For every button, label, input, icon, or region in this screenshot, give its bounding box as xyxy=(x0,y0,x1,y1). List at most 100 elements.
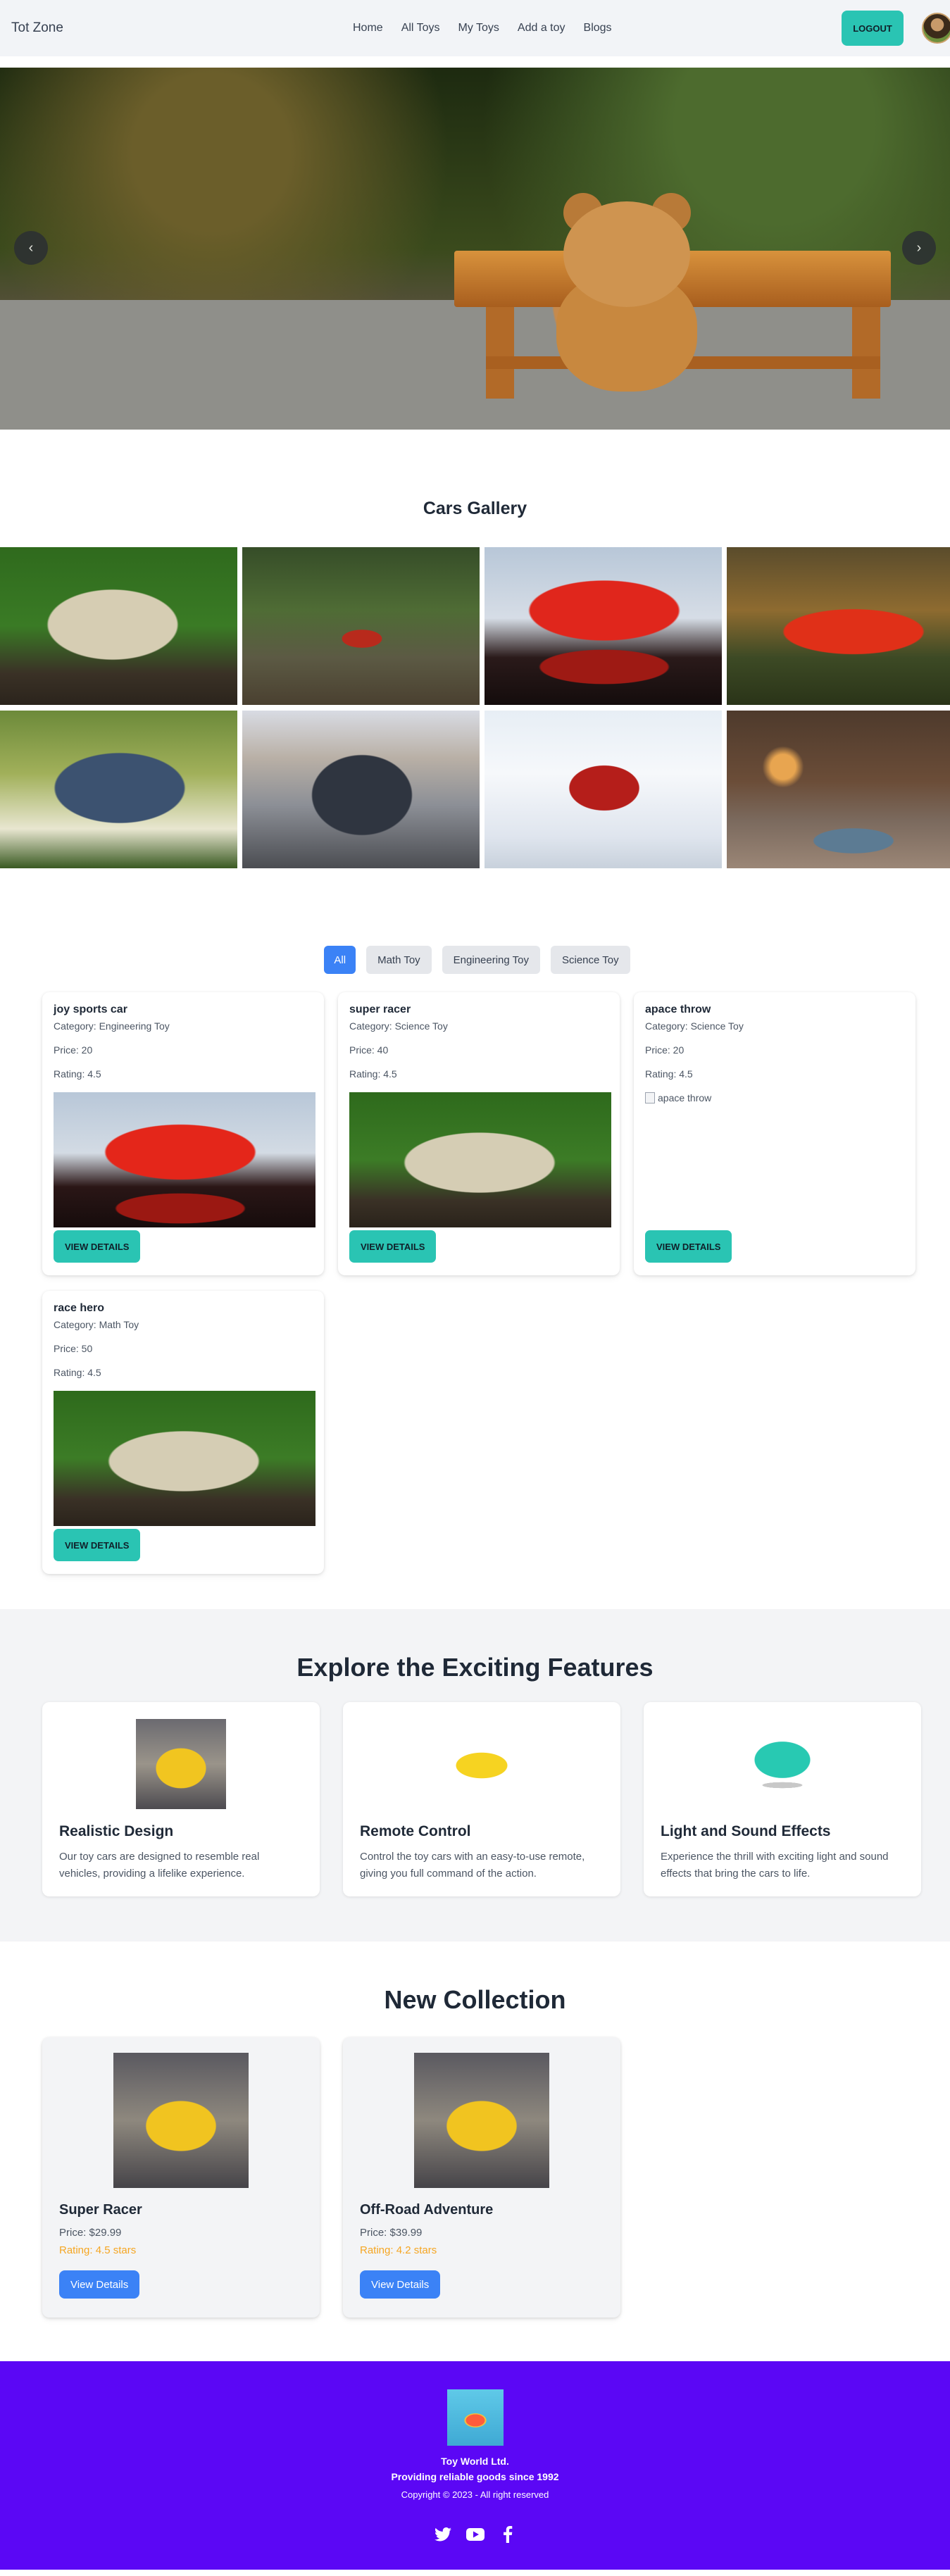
toy-category: Category: Math Toy xyxy=(54,1319,139,1330)
new-collection-section: New Collection Super Racer Price: $29.99… xyxy=(0,1942,950,2361)
toy-category: Category: Science Toy xyxy=(349,1020,448,1032)
nav-link-home[interactable]: Home xyxy=(344,16,392,40)
toy-name: joy sports car xyxy=(54,1003,127,1015)
collection-grid: Super Racer Price: $29.99 Rating: 4.5 st… xyxy=(42,2037,908,2318)
toy-name: super racer xyxy=(349,1003,411,1015)
nav-link-my-toys[interactable]: My Toys xyxy=(449,16,508,40)
collection-item-price: Price: $39.99 xyxy=(360,2227,423,2239)
feature-description: Our toy cars are designed to resemble re… xyxy=(59,1851,260,1880)
user-avatar[interactable] xyxy=(922,13,950,44)
footer-company: Toy World Ltd. xyxy=(441,2456,509,2467)
toy-price: Price: 40 xyxy=(349,1044,389,1056)
view-details-button[interactable]: View Details xyxy=(59,2270,140,2299)
toy-price: Price: 50 xyxy=(54,1343,93,1354)
toy-rating: Rating: 4.5 xyxy=(349,1068,397,1080)
youtube-icon[interactable] xyxy=(465,2525,485,2544)
brand-name[interactable]: Tot Zone xyxy=(11,20,63,36)
navbar: Tot Zone Home All Toys My Toys Add a toy… xyxy=(0,0,950,56)
feature-title: Realistic Design xyxy=(59,1823,174,1839)
collection-item-rating: Rating: 4.2 stars xyxy=(360,2244,437,2256)
gallery-image xyxy=(727,547,950,705)
toy-rating: Rating: 4.5 xyxy=(54,1367,101,1378)
toy-image xyxy=(349,1092,611,1227)
facebook-icon[interactable] xyxy=(499,2525,517,2544)
feature-card: Realistic Design Our toy cars are design… xyxy=(42,1702,320,1896)
gallery-image xyxy=(0,711,237,868)
tab-all[interactable]: All xyxy=(324,946,356,974)
toy-name: race hero xyxy=(54,1302,105,1314)
collection-image xyxy=(414,2053,549,2188)
feature-image xyxy=(437,1719,527,1809)
toy-card: apace throw Category: Science Toy Price:… xyxy=(634,992,915,1275)
footer-copyright: Copyright © 2023 - All right reserved xyxy=(401,2489,549,2500)
nav-link-blogs[interactable]: Blogs xyxy=(575,16,621,40)
feature-image xyxy=(737,1719,827,1809)
toy-card: super racer Category: Science Toy Price:… xyxy=(338,992,620,1275)
twitter-icon[interactable] xyxy=(434,2525,452,2544)
gallery-image xyxy=(485,711,722,868)
feature-card: Remote Control Control the toy cars with… xyxy=(343,1702,620,1896)
feature-image xyxy=(136,1719,226,1809)
gallery-image xyxy=(0,547,237,705)
collection-item-rating: Rating: 4.5 stars xyxy=(59,2244,137,2256)
feature-description: Control the toy cars with an easy-to-use… xyxy=(360,1851,585,1880)
toy-rating: Rating: 4.5 xyxy=(54,1068,101,1080)
hero-image-bench-leg xyxy=(486,307,514,399)
tab-math-toy[interactable]: Math Toy xyxy=(366,946,432,974)
toy-name: apace throw xyxy=(645,1003,711,1015)
hero-image-bench-leg xyxy=(852,307,880,399)
footer: Toy World Ltd. Providing reliable goods … xyxy=(0,2361,950,2570)
toy-price: Price: 20 xyxy=(54,1044,93,1056)
nav-link-all-toys[interactable]: All Toys xyxy=(392,16,449,40)
collection-image xyxy=(113,2053,249,2188)
gallery-title: Cars Gallery xyxy=(423,499,527,518)
collection-title: New Collection xyxy=(384,1985,566,2014)
toy-image xyxy=(54,1092,315,1227)
toy-category: Category: Science Toy xyxy=(645,1020,744,1032)
hero-image-teddy-head xyxy=(563,201,690,307)
gallery-image xyxy=(242,547,480,705)
feature-title: Light and Sound Effects xyxy=(661,1823,831,1839)
broken-image-icon xyxy=(645,1092,655,1103)
toy-card: race hero Category: Math Toy Price: 50 R… xyxy=(42,1291,324,1574)
collection-item-name: Super Racer xyxy=(59,2202,142,2218)
cars-gallery xyxy=(0,547,950,868)
carousel-prev-button[interactable]: ‹ xyxy=(14,231,48,265)
toy-list: joy sports car Category: Engineering Toy… xyxy=(42,992,915,1609)
features-section: Explore the Exciting Features Realistic … xyxy=(0,1609,950,1942)
view-details-button[interactable]: VIEW DETAILS xyxy=(645,1230,732,1263)
social-links xyxy=(434,2525,517,2544)
view-details-button[interactable]: View Details xyxy=(360,2270,441,2299)
gallery-image xyxy=(242,711,480,868)
chevron-left-icon: ‹ xyxy=(28,239,34,256)
feature-title: Remote Control xyxy=(360,1823,471,1839)
collection-card: Off-Road Adventure Price: $39.99 Rating:… xyxy=(343,2037,620,2318)
toy-rating: Rating: 4.5 xyxy=(645,1068,693,1080)
toy-price: Price: 20 xyxy=(645,1044,685,1056)
carousel-next-button[interactable]: › xyxy=(902,231,936,265)
nav-links: Home All Toys My Toys Add a toy Blogs xyxy=(344,0,621,56)
category-tabs: All Math Toy Engineering Toy Science Toy xyxy=(0,946,950,974)
collection-card: Super Racer Price: $29.99 Rating: 4.5 st… xyxy=(42,2037,320,2318)
feature-card: Light and Sound Effects Experience the t… xyxy=(644,1702,921,1896)
chevron-right-icon: › xyxy=(916,239,922,256)
footer-logo xyxy=(446,2389,504,2446)
toy-category: Category: Engineering Toy xyxy=(54,1020,170,1032)
gallery-image xyxy=(485,547,722,705)
collection-item-name: Off-Road Adventure xyxy=(360,2202,494,2218)
toy-image-alt: apace throw xyxy=(658,1092,712,1103)
nav-actions: LOGOUT xyxy=(842,11,950,46)
toy-card: joy sports car Category: Engineering Toy… xyxy=(42,992,324,1275)
toy-image-broken: apace throw xyxy=(645,1092,904,1227)
logout-button[interactable]: LOGOUT xyxy=(842,11,904,46)
nav-link-add-toy[interactable]: Add a toy xyxy=(508,16,575,40)
view-details-button[interactable]: VIEW DETAILS xyxy=(54,1529,141,1561)
features-title: Explore the Exciting Features xyxy=(296,1653,654,1682)
view-details-button[interactable]: VIEW DETAILS xyxy=(349,1230,437,1263)
tab-engineering-toy[interactable]: Engineering Toy xyxy=(442,946,540,974)
view-details-button[interactable]: VIEW DETAILS xyxy=(54,1230,141,1263)
collection-item-price: Price: $29.99 xyxy=(59,2227,122,2239)
feature-description: Experience the thrill with exciting ligh… xyxy=(661,1851,889,1880)
tab-science-toy[interactable]: Science Toy xyxy=(550,946,630,974)
toy-image xyxy=(54,1391,315,1526)
